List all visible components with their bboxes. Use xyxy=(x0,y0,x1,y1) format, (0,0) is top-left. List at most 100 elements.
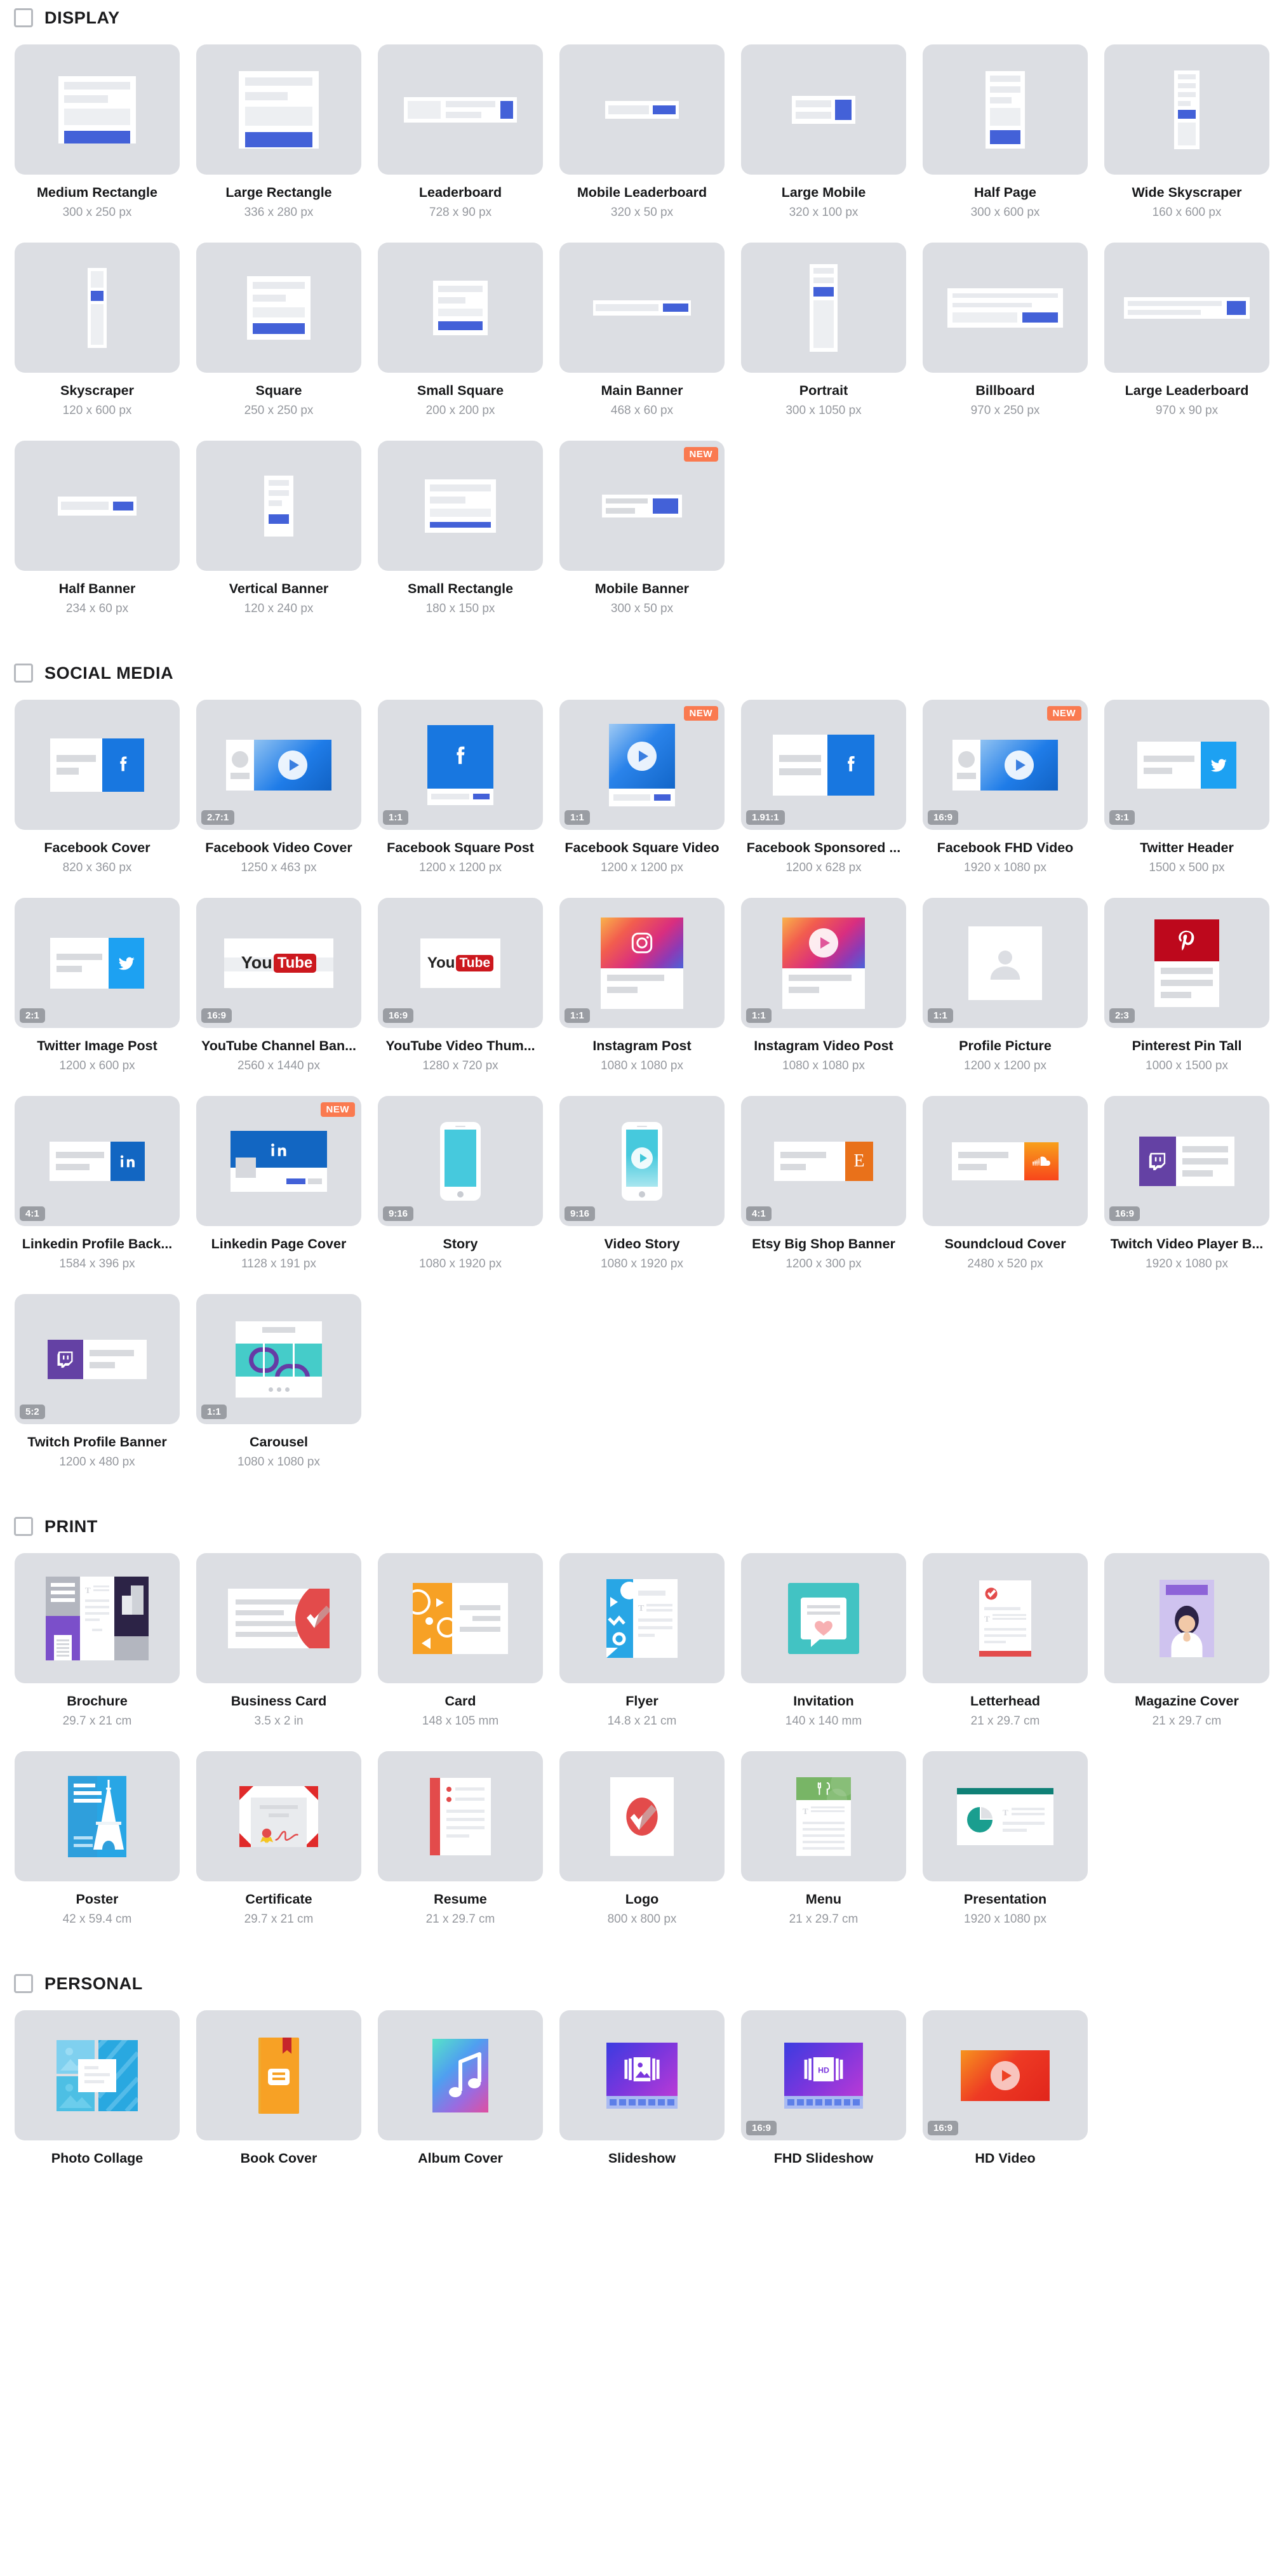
template-card[interactable]: Main Banner 468 x 60 px xyxy=(551,234,733,432)
template-card[interactable]: 1.91:1 Facebook Sponsored ... 1200 x 628 p… xyxy=(733,691,914,889)
template-card[interactable]: HD 16:9 FHD Slideshow xyxy=(733,2001,914,2180)
template-card[interactable]: 9:16 Video Story 1080 x 1920 px xyxy=(551,1087,733,1285)
template-card[interactable]: Leaderboard 728 x 90 px xyxy=(370,36,551,234)
template-card[interactable]: Invitation 140 x 140 mm xyxy=(733,1544,914,1742)
template-thumbnail[interactable]: T xyxy=(559,1553,725,1683)
template-thumbnail[interactable]: NEW 16:9 xyxy=(923,700,1088,830)
template-card[interactable]: Mobile Leaderboard 320 x 50 px xyxy=(551,36,733,234)
template-card[interactable]: NEW 16:9 Facebook FHD Video 1920 x 1080 px xyxy=(914,691,1096,889)
template-thumbnail[interactable] xyxy=(378,1553,543,1683)
template-thumbnail[interactable]: HD 16:9 xyxy=(741,2010,906,2140)
template-thumbnail[interactable] xyxy=(15,2010,180,2140)
template-thumbnail[interactable]: NEW 1:1 xyxy=(559,700,725,830)
template-card[interactable]: Skyscraper 120 x 600 px xyxy=(6,234,188,432)
template-thumbnail[interactable] xyxy=(196,1751,361,1881)
template-card[interactable]: T Menu 21 x 29.7 cm xyxy=(733,1742,914,1940)
template-card[interactable]: 9:16 Story 1080 x 1920 px xyxy=(370,1087,551,1285)
template-thumbnail[interactable]: 9:16 xyxy=(559,1096,725,1226)
template-card[interactable]: Vertical Banner 120 x 240 px xyxy=(188,432,370,630)
template-thumbnail[interactable] xyxy=(741,44,906,175)
template-card[interactable]: Magazine Cover 21 x 29.7 cm xyxy=(1096,1544,1270,1742)
template-card[interactable]: Facebook Cover 820 x 360 px xyxy=(6,691,188,889)
template-thumbnail[interactable] xyxy=(15,441,180,571)
template-thumbnail[interactable]: 1:1 xyxy=(196,1294,361,1424)
template-card[interactable]: Wide Skyscraper 160 x 600 px xyxy=(1096,36,1270,234)
template-thumbnail[interactable] xyxy=(923,243,1088,373)
template-thumbnail[interactable] xyxy=(559,243,725,373)
template-thumbnail[interactable]: T xyxy=(923,1751,1088,1881)
template-card[interactable]: Book Cover xyxy=(188,2001,370,2180)
template-card[interactable]: 4:1 Linkedin Profile Back... 1584 x 396 px xyxy=(6,1087,188,1285)
template-thumbnail[interactable]: 16:9 xyxy=(1104,1096,1269,1226)
template-thumbnail[interactable] xyxy=(1104,44,1269,175)
template-card[interactable]: Square 250 x 250 px xyxy=(188,234,370,432)
template-card[interactable]: Resume 21 x 29.7 cm xyxy=(370,1742,551,1940)
template-thumbnail[interactable] xyxy=(1104,1553,1269,1683)
template-thumbnail[interactable]: NEW xyxy=(559,441,725,571)
template-thumbnail[interactable]: E 4:1 xyxy=(741,1096,906,1226)
template-card[interactable]: 1:1 Instagram Post 1080 x 1080 px xyxy=(551,889,733,1087)
template-thumbnail[interactable] xyxy=(559,2010,725,2140)
template-card[interactable]: T Letterhead 21 x 29.7 cm xyxy=(914,1544,1096,1742)
template-card[interactable]: Small Square 200 x 200 px xyxy=(370,234,551,432)
template-thumbnail[interactable] xyxy=(1104,243,1269,373)
template-card[interactable]: 2:3 Pinterest Pin Tall 1000 x 1500 px xyxy=(1096,889,1270,1087)
template-thumbnail[interactable] xyxy=(923,44,1088,175)
template-card[interactable]: T Presentation 1920 x 1080 px xyxy=(914,1742,1096,1940)
template-card[interactable]: 2.7:1 Facebook Video Cover 1250 x 463 px xyxy=(188,691,370,889)
template-thumbnail[interactable]: 2:1 xyxy=(15,898,180,1028)
template-card[interactable]: 2:1 Twitter Image Post 1200 x 600 px xyxy=(6,889,188,1087)
template-card[interactable]: Photo Collage xyxy=(6,2001,188,2180)
template-card[interactable]: 16:9 HD Video xyxy=(914,2001,1096,2180)
template-card[interactable]: Large Leaderboard 970 x 90 px xyxy=(1096,234,1270,432)
template-thumbnail[interactable] xyxy=(741,1553,906,1683)
template-thumbnail[interactable] xyxy=(378,44,543,175)
template-thumbnail[interactable] xyxy=(15,700,180,830)
template-thumbnail[interactable]: 5:2 xyxy=(15,1294,180,1424)
template-card[interactable]: Card 148 x 105 mm xyxy=(370,1544,551,1742)
template-card[interactable]: Business Card 3.5 x 2 in xyxy=(188,1544,370,1742)
template-card[interactable]: Large Rectangle 336 x 280 px xyxy=(188,36,370,234)
template-thumbnail[interactable] xyxy=(559,1751,725,1881)
template-thumbnail[interactable] xyxy=(196,441,361,571)
template-thumbnail[interactable]: 1:1 xyxy=(378,700,543,830)
template-thumbnail[interactable] xyxy=(15,243,180,373)
template-thumbnail[interactable]: NEW xyxy=(196,1096,361,1226)
template-card[interactable]: Album Cover xyxy=(370,2001,551,2180)
template-card[interactable]: Medium Rectangle 300 x 250 px xyxy=(6,36,188,234)
checkbox-unchecked-icon[interactable] xyxy=(14,1517,33,1536)
template-card[interactable]: Billboard 970 x 250 px xyxy=(914,234,1096,432)
template-thumbnail[interactable] xyxy=(196,2010,361,2140)
template-card[interactable]: Slideshow xyxy=(551,2001,733,2180)
template-thumbnail[interactable]: T xyxy=(741,1751,906,1881)
template-card[interactable]: NEW Linkedin Page Cover 1128 x 191 px xyxy=(188,1087,370,1285)
template-thumbnail[interactable]: 2.7:1 xyxy=(196,700,361,830)
template-thumbnail[interactable]: 9:16 xyxy=(378,1096,543,1226)
template-thumbnail[interactable]: 3:1 xyxy=(1104,700,1269,830)
template-card[interactable]: 1:1 Profile Picture 1200 x 1200 px xyxy=(914,889,1096,1087)
template-thumbnail[interactable]: 1:1 xyxy=(741,898,906,1028)
template-card[interactable]: Soundcloud Cover 2480 x 520 px xyxy=(914,1087,1096,1285)
template-card[interactable]: Large Mobile 320 x 100 px xyxy=(733,36,914,234)
template-card[interactable]: 1:1 Instagram Video Post 1080 x 1080 px xyxy=(733,889,914,1087)
template-thumbnail[interactable]: 1:1 xyxy=(923,898,1088,1028)
template-thumbnail[interactable]: You Tube 16:9 xyxy=(378,898,543,1028)
template-card[interactable]: You Tube 16:9 YouTube Video Thum... 1280 x… xyxy=(370,889,551,1087)
template-card[interactable]: Half Banner 234 x 60 px xyxy=(6,432,188,630)
template-thumbnail[interactable]: T xyxy=(15,1553,180,1683)
template-card[interactable]: T Brochure 29.7 x 21 cm xyxy=(6,1544,188,1742)
checkbox-unchecked-icon[interactable] xyxy=(14,664,33,683)
template-thumbnail[interactable] xyxy=(15,1751,180,1881)
template-card[interactable]: NEW Mobile Banner 300 x 50 px xyxy=(551,432,733,630)
template-card[interactable]: T Flyer 14.8 x 21 cm xyxy=(551,1544,733,1742)
template-thumbnail[interactable] xyxy=(741,243,906,373)
template-thumbnail[interactable] xyxy=(923,1096,1088,1226)
template-thumbnail[interactable]: You Tube 16:9 xyxy=(196,898,361,1028)
template-card[interactable]: 3:1 Twitter Header 1500 x 500 px xyxy=(1096,691,1270,889)
template-thumbnail[interactable] xyxy=(378,1751,543,1881)
template-thumbnail[interactable]: 2:3 xyxy=(1104,898,1269,1028)
template-thumbnail[interactable] xyxy=(378,441,543,571)
template-card[interactable]: 16:9 Twitch Video Player B... 1920 x 1080 … xyxy=(1096,1087,1270,1285)
template-card[interactable]: Poster 42 x 59.4 cm xyxy=(6,1742,188,1940)
template-thumbnail[interactable]: 16:9 xyxy=(923,2010,1088,2140)
